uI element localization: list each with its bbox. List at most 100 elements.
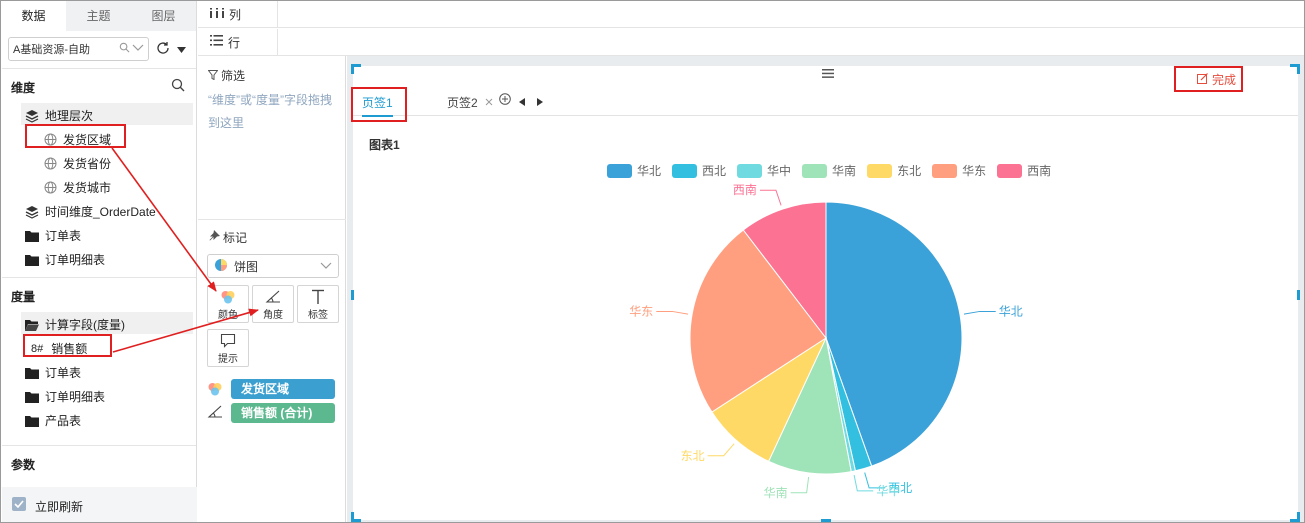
chart-type-value: 饼图 (234, 259, 259, 274)
measure-item[interactable]: 订单表 (25, 364, 81, 381)
mark-angle-button[interactable]: 角度 (252, 285, 294, 323)
dimension-item[interactable]: 地理层次 (25, 107, 93, 124)
measure-item-label: 销售额 (51, 342, 88, 356)
measure-item[interactable]: 产品表 (25, 412, 81, 429)
divider (2, 445, 196, 446)
angle-icon (265, 288, 281, 306)
angle-field-pill[interactable]: 销售额 (合计) (231, 403, 335, 423)
report-canvas: 完成 页签1 页签2 图表1 华北 西北 华中 华南 东北 华东 西南 华北 西北 华中 华南 东北… (351, 64, 1300, 522)
pie-leader-line (790, 476, 810, 494)
refresh-bar: 立即刷新 (2, 487, 197, 522)
measure-item-label: 订单表 (45, 366, 82, 380)
folder-icon (25, 253, 39, 267)
filter-title: 筛选 (221, 69, 246, 83)
filter-drop-zone[interactable]: “维度”或“度量”字段拖拽到这里 (208, 89, 336, 135)
dimension-item-label: 发货区域 (63, 133, 112, 147)
chevron-down-icon (320, 259, 332, 273)
datasource-name: A基础资源-自助 (13, 44, 90, 56)
folder-icon (25, 229, 39, 243)
rows-shelf[interactable]: 行 (198, 28, 1304, 56)
dimension-item-label: 发货城市 (63, 181, 112, 195)
measure-item-label: 订单明细表 (45, 390, 106, 404)
divider (198, 219, 346, 220)
dimension-section-title: 维度 (11, 81, 36, 95)
dimension-item[interactable]: 时间维度_OrderDate (25, 203, 156, 220)
dropdown-arrow-icon[interactable] (177, 42, 186, 56)
folder-open-icon (25, 318, 39, 332)
measure-item[interactable]: 8# 销售额 (31, 340, 87, 357)
tab-theme[interactable]: 主题 (66, 1, 131, 31)
mark-angle-label: 角度 (263, 309, 283, 321)
pie-leader-line (853, 475, 874, 492)
datasource-row: A基础资源-自助 (8, 37, 186, 61)
dimension-item-label: 订单表 (45, 229, 82, 243)
columns-shelf[interactable]: 列 (198, 0, 1304, 28)
measure-item[interactable]: 计算字段(度量) (25, 316, 125, 333)
chart-type-select[interactable]: 饼图 (207, 254, 339, 278)
pie-label: 东北 (681, 449, 705, 463)
left-panel: 数据 主题 图层 A基础资源-自助 维度 地理层次 发货区域 发货省份 发货城市… (1, 1, 197, 522)
globe-icon (43, 133, 57, 147)
pie-leader-line (759, 189, 782, 206)
dimension-item[interactable]: 发货城市 (43, 179, 111, 196)
folder-icon (25, 366, 39, 380)
color-field-pill[interactable]: 发货区域 (231, 379, 335, 399)
search-icon[interactable] (171, 78, 185, 95)
mark-label-label: 标签 (308, 309, 328, 321)
divider (2, 68, 196, 69)
pie-label: 华中 (876, 483, 900, 498)
search-icon[interactable] (119, 42, 130, 56)
tooltip-icon (220, 332, 236, 350)
mark-tooltip-button[interactable]: 提示 (207, 329, 249, 367)
mark-color-label: 颜色 (218, 309, 238, 321)
dimension-item[interactable]: 订单明细表 (25, 251, 105, 268)
filter-icon (207, 69, 219, 83)
mark-color-button[interactable]: 颜色 (207, 285, 249, 323)
divider (2, 277, 196, 278)
measure-section-title: 度量 (11, 290, 36, 304)
color-icon (220, 288, 236, 306)
dimension-item-label: 地理层次 (45, 109, 94, 123)
globe-icon (43, 181, 57, 195)
globe-icon (43, 157, 57, 171)
refresh-checkbox[interactable] (12, 497, 26, 511)
folder-icon (25, 390, 39, 404)
pie-leader-line (707, 443, 735, 457)
color-icon (207, 381, 223, 397)
chevron-down-icon[interactable] (132, 43, 144, 55)
dimension-item[interactable]: 发货区域 (43, 131, 111, 148)
pie-chart-icon (214, 258, 228, 275)
measure-item-label: 产品表 (45, 414, 82, 428)
pin-icon (208, 230, 220, 245)
columns-label: 列 (229, 7, 242, 22)
pie-label: 西南 (733, 182, 757, 197)
dimension-item-label: 订单明细表 (45, 253, 106, 267)
pie-label: 华南 (764, 485, 788, 500)
tab-data[interactable]: 数据 (1, 1, 66, 31)
columns-icon (210, 7, 224, 21)
layers-icon (25, 205, 39, 219)
params-section-title: 参数 (11, 458, 36, 472)
dimension-item-label: 时间维度_OrderDate (45, 205, 156, 219)
folder-icon (25, 414, 39, 428)
datasource-select[interactable]: A基础资源-自助 (8, 37, 149, 61)
pie-leader-line (963, 310, 996, 315)
pie-leader-line (656, 310, 689, 315)
marks-panel: 筛选 “维度”或“度量”字段拖拽到这里 标记 饼图 颜色 角度 标签 提示 发货… (198, 56, 346, 522)
pie-label: 华东 (629, 304, 653, 318)
tab-layer[interactable]: 图层 (131, 1, 196, 31)
measure-item[interactable]: 订单明细表 (25, 388, 105, 405)
marks-title: 标记 (223, 231, 248, 245)
mark-label-button[interactable]: 标签 (297, 285, 339, 323)
pie-label: 华北 (999, 304, 1023, 318)
measure-item-label: 计算字段(度量) (45, 318, 125, 332)
refresh-label: 立即刷新 (35, 500, 84, 514)
angle-icon (207, 405, 223, 421)
mark-tooltip-label: 提示 (218, 353, 238, 365)
dimension-item[interactable]: 订单表 (25, 227, 81, 244)
refresh-icon[interactable] (155, 40, 171, 59)
dimension-item[interactable]: 发货省份 (43, 155, 111, 172)
rows-label: 行 (228, 35, 241, 50)
left-tabs: 数据 主题 图层 (1, 1, 196, 31)
pie-chart: 华北西北华中华南东北华东西南 (629, 182, 1023, 500)
